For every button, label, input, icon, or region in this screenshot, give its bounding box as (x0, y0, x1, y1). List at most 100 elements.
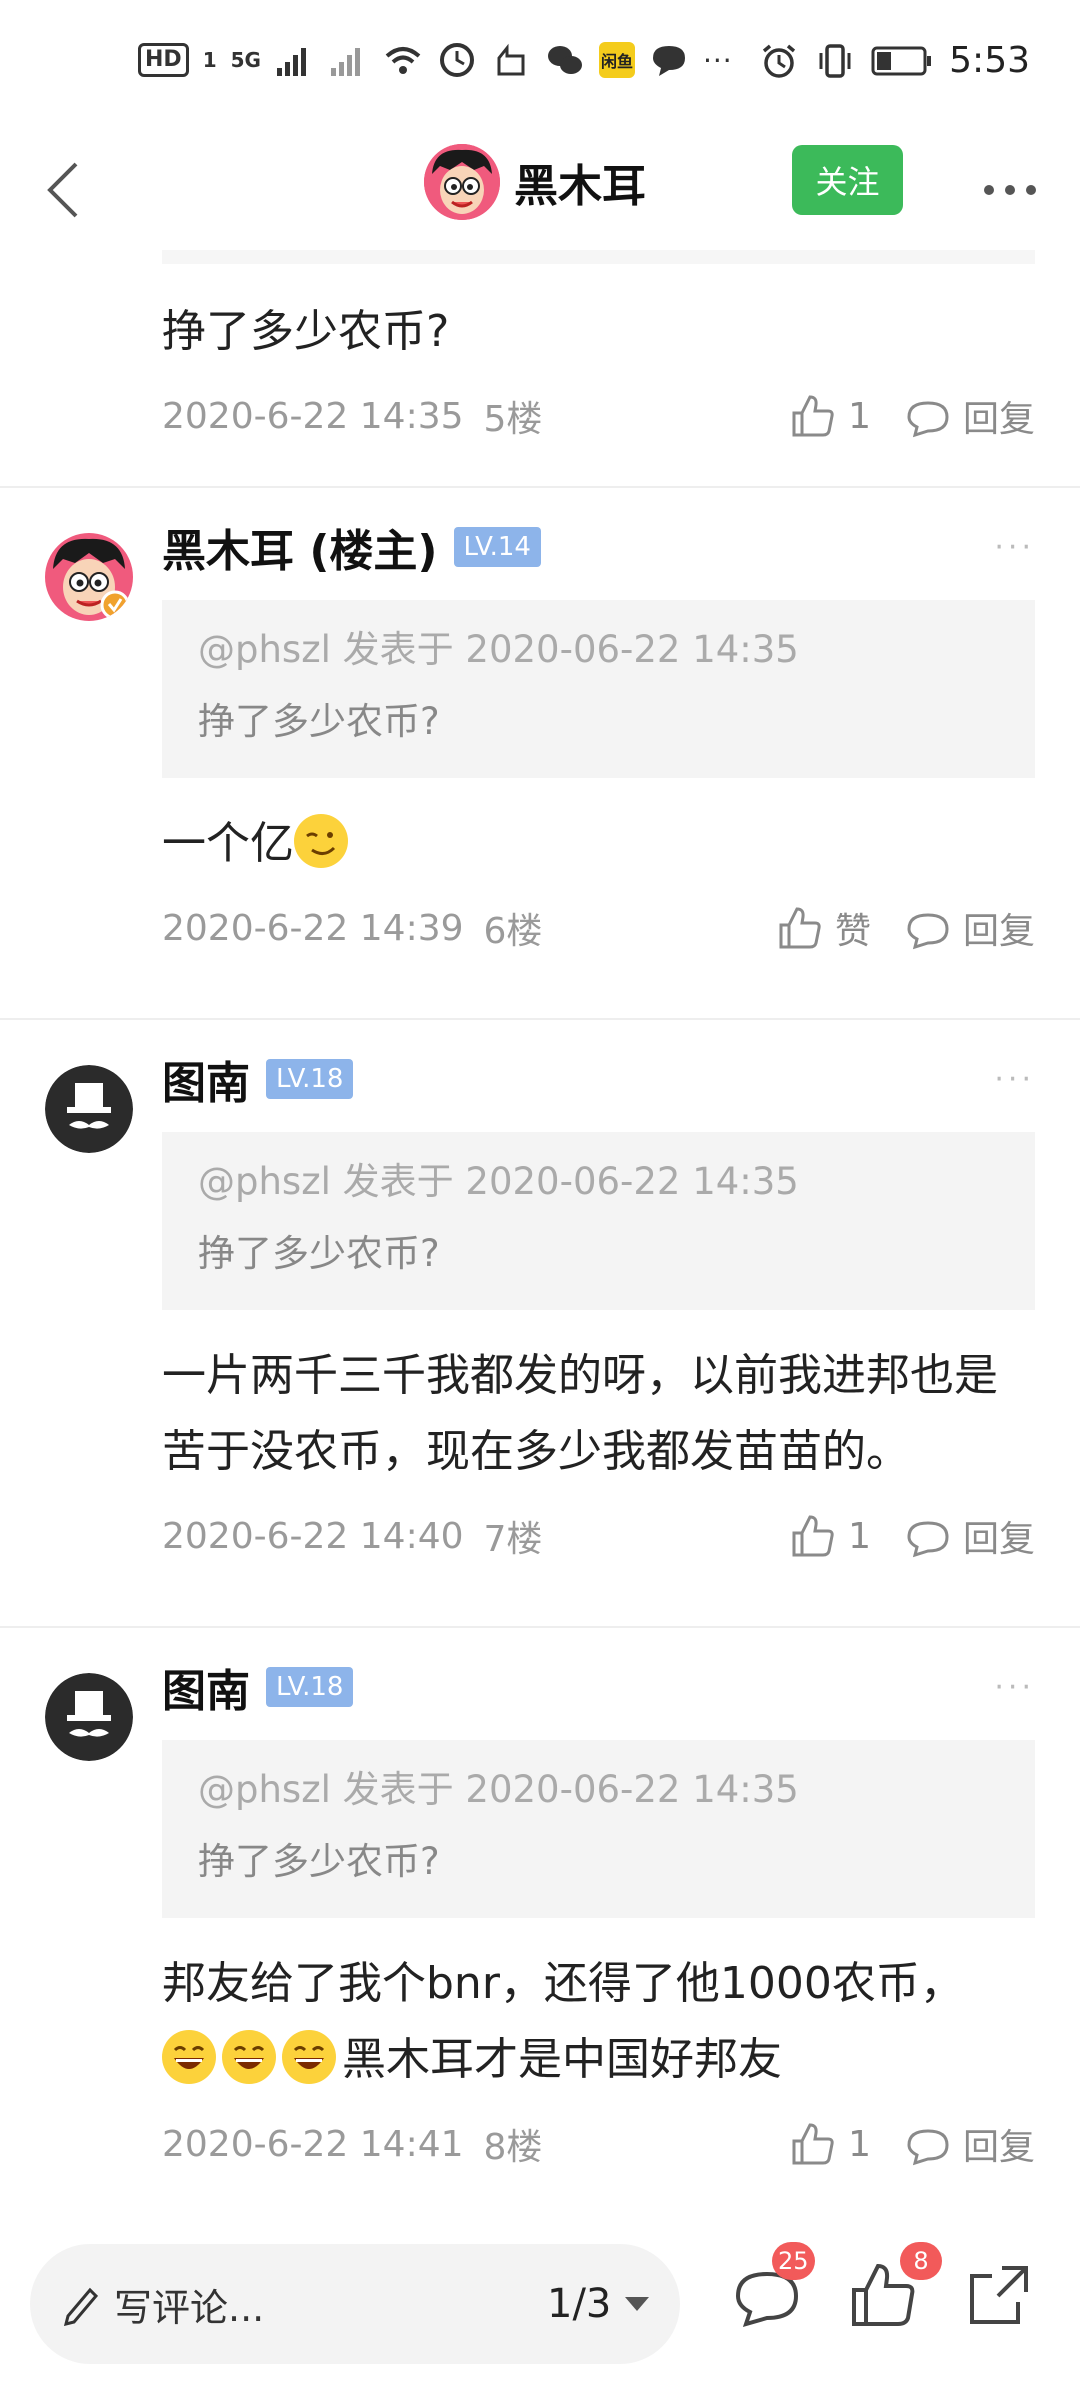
tophat-avatar-icon (45, 1065, 133, 1153)
comment-count-badge: 25 (772, 2242, 815, 2280)
chat-bubble-icon (907, 913, 949, 950)
comment-time: 2020-6-22 14:40 (162, 1515, 464, 1557)
hand-icon (497, 43, 525, 76)
quote-meta: @phszl 发表于 2020-06-22 14:35 (198, 628, 799, 671)
reply-label: 回复 (962, 911, 1035, 952)
pencil-icon (63, 2287, 99, 2326)
comment-floor: 6楼 (483, 911, 543, 952)
comment-header: 图南 LV.18 ··· (162, 1020, 1035, 1114)
comment-actions: 1 回复 (756, 390, 1035, 442)
thumbs-up-icon (779, 907, 821, 949)
share-button[interactable] (962, 2258, 1036, 2332)
wechat-icon (547, 46, 582, 74)
status-bar-right: 5:53 (759, 40, 1030, 81)
comment-more-button[interactable]: ··· (994, 530, 1035, 565)
wink-emoji-icon (294, 814, 348, 868)
status-bar: HD 1 5G 闲鱼 ··· 5:53 (0, 0, 1080, 130)
chevron-left-icon (47, 162, 78, 218)
reply-button[interactable]: 回复 (905, 2118, 1035, 2170)
like-button[interactable]: 1 (790, 2121, 871, 2167)
reply-button[interactable]: 回复 (905, 1510, 1035, 1562)
avatar[interactable] (45, 1065, 133, 1153)
comment-text-line-2-row: 黑木耳才是中国好邦友 (162, 2022, 1035, 2098)
status-time: 5:53 (949, 40, 1030, 81)
like-button[interactable]: 赞 (777, 902, 871, 954)
comment-floor: 5楼 (483, 399, 543, 440)
author-name[interactable]: 图南 (162, 1047, 250, 1111)
caret-down-icon (625, 2297, 650, 2311)
author-avatar[interactable] (424, 144, 500, 220)
comment-compose-input[interactable]: 写评论... 1/3 (30, 2244, 680, 2364)
level-badge: LV.18 (266, 1059, 354, 1099)
thumbs-up-icon (792, 2123, 834, 2165)
comment-item: 黑木耳 (楼主) LV.14 ··· @phszl 发表于 2020-06-22… (0, 488, 1080, 1018)
back-button[interactable] (22, 150, 102, 230)
reply-button[interactable]: 回复 (905, 390, 1035, 442)
like-button[interactable]: 1 (790, 393, 871, 439)
laughing-emoji-icon (222, 2030, 276, 2084)
like-post-button[interactable]: 8 (846, 2242, 942, 2332)
laughing-emoji-icon (162, 2030, 216, 2084)
comment-footer: 2020-6-22 14:35 5楼 1 回复 (162, 370, 1035, 462)
level-badge: LV.14 (453, 527, 541, 567)
quote-box[interactable]: @phszl 发表于 2020-06-22 14:35 挣了多少农币? (162, 1132, 1035, 1310)
vibrate-icon (819, 43, 851, 78)
quote-box[interactable]: @phszl 发表于 2020-06-22 14:35 挣了多少农币? (162, 600, 1035, 778)
app-tile-icon: 闲鱼 (598, 42, 635, 78)
quote-text: 挣了多少农币? (198, 1232, 440, 1275)
comments-button[interactable]: 25 (730, 2242, 815, 2332)
comment-list: 挣了多少农币? 2020-6-22 14:35 5楼 1 回复 黑木耳 (楼主)… (0, 250, 1080, 2236)
top-nav-bar: 黑木耳 关注 (0, 130, 1080, 250)
wifi-icon (385, 47, 421, 74)
more-options-button[interactable] (970, 150, 1050, 230)
comment-footer: 2020-6-22 14:39 6楼 赞 回复 (162, 882, 1035, 974)
comment-header: 黑木耳 (楼主) LV.14 ··· (162, 488, 1035, 582)
author-name[interactable]: 图南 (162, 1655, 250, 1719)
reply-button[interactable]: 回复 (905, 902, 1035, 954)
more-notifications: ··· (702, 43, 733, 77)
page-selector[interactable]: 1/3 (547, 2281, 651, 2327)
comment-header: 图南 LV.18 ··· (162, 1628, 1035, 1722)
laughing-emoji-icon (282, 2030, 336, 2084)
comment-item: 挣了多少农币? 2020-6-22 14:35 5楼 1 回复 (0, 250, 1080, 486)
author-name[interactable]: 黑木耳 (楼主) (162, 515, 438, 579)
quote-text: 挣了多少农币? (198, 1840, 440, 1883)
follow-button[interactable]: 关注 (792, 145, 903, 215)
chat-bubble-icon (907, 2129, 949, 2166)
reply-label: 回复 (962, 399, 1035, 440)
signal-empty-icon (330, 48, 360, 76)
comment-time: 2020-6-22 14:41 (162, 2123, 464, 2165)
chat-bubble-icon (907, 1521, 949, 1558)
quote-text: 挣了多少农币? (198, 700, 440, 743)
hd-badge: HD (138, 43, 189, 77)
chat-bubble-icon (907, 401, 949, 438)
tophat-avatar-icon (45, 1673, 133, 1761)
comment-floor: 7楼 (483, 1519, 543, 1560)
battery-icon (871, 46, 932, 75)
like-count-badge: 8 (900, 2242, 942, 2280)
comment-text: 挣了多少农币? (162, 306, 450, 357)
like-label: 赞 (834, 911, 871, 952)
like-button[interactable]: 1 (790, 1513, 871, 1559)
level-badge: LV.18 (266, 1667, 354, 1707)
reply-label: 回复 (962, 1519, 1035, 1560)
avatar[interactable] (45, 1673, 133, 1761)
comment-more-button[interactable]: ··· (994, 1670, 1035, 1705)
comment-time: 2020-6-22 14:39 (162, 907, 464, 949)
bottom-bar: 写评论... 1/3 25 8 (0, 2216, 1080, 2400)
more-dots-icon (984, 185, 1036, 195)
avatar[interactable] (45, 533, 133, 621)
comment-more-button[interactable]: ··· (994, 1062, 1035, 1097)
comment-actions: 1 回复 (756, 2118, 1035, 2170)
signal-icon (276, 48, 306, 76)
comment-time: 2020-6-22 14:35 (162, 395, 464, 437)
clock-icon (439, 43, 474, 77)
sim-slot: 1 (202, 48, 217, 72)
quote-box[interactable]: @phszl 发表于 2020-06-22 14:35 挣了多少农币? (162, 1740, 1035, 1918)
nav-author[interactable]: 黑木耳 (424, 144, 646, 220)
like-count: 1 (848, 1515, 871, 1557)
compose-placeholder: 写评论... (114, 2285, 265, 2330)
comment-text-line-2: 黑木耳才是中国好邦友 (342, 2034, 782, 2085)
quote-box-partial (162, 250, 1035, 264)
cartoon-avatar-icon (45, 533, 133, 621)
